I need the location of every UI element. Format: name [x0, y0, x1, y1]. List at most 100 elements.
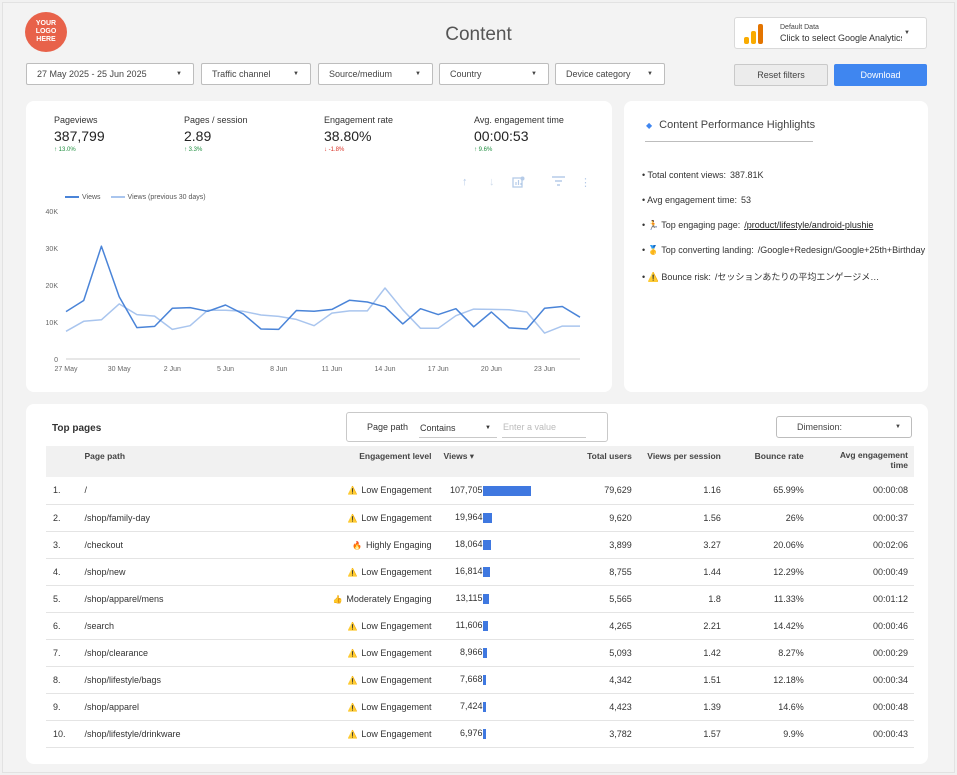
- engagement-emoji-icon: ⚠️: [347, 621, 358, 631]
- avg-engagement-time-cell: 00:00:48: [872, 701, 908, 712]
- engagement-level-cell: ⚠️ Low Engagement: [302, 666, 438, 693]
- highlight-label: • Total content views:: [642, 170, 727, 180]
- avg-engagement-time-cell: 00:00:08: [872, 485, 908, 496]
- views-value: 8,966: [459, 647, 483, 658]
- table-row[interactable]: 8. /shop/lifestyle/bags ⚠️ Low Engagement 7,…: [46, 666, 914, 693]
- top-pages-title: Top pages: [52, 423, 102, 434]
- engagement-emoji-icon: ⚠️: [347, 675, 358, 685]
- series-line-views[interactable]: [65, 245, 581, 331]
- caret-down-icon: ▼: [895, 424, 901, 430]
- y-tick-label: 30K: [46, 246, 59, 253]
- engagement-level-cell: ⚠️ Low Engagement: [302, 639, 438, 666]
- views-cell: 107,705: [437, 477, 548, 504]
- engagement-level-cell: ⚠️ Low Engagement: [302, 612, 438, 639]
- engagement-emoji-icon: ⚠️: [347, 567, 358, 577]
- total-users-cell: 8,755: [609, 566, 632, 577]
- table-row[interactable]: 3. /checkout 🔥 Highly Engaging 18,064 3,899 3.…: [46, 531, 914, 558]
- column-header-avg-engagement-time[interactable]: Avg engagement time: [812, 446, 914, 477]
- highlights-title: ◆ Content Performance Highlights: [646, 119, 815, 131]
- x-tick-label: 30 May: [108, 366, 131, 373]
- x-tick-label: 5 Jun: [217, 366, 234, 373]
- dimension-selector[interactable]: Dimension: ▼: [776, 416, 912, 438]
- x-tick-label: 11 Jun: [322, 366, 343, 373]
- views-value: 107,705: [449, 484, 483, 495]
- highlight-value: /Google+Redesign/Google+25th+Birthday: [757, 245, 926, 255]
- views-per-session-cell: 1.44: [703, 566, 721, 577]
- table-row[interactable]: 5. /shop/apparel/mens 👍 Moderately Engaging…: [46, 585, 914, 612]
- engagement-emoji-icon: ⚠️: [347, 486, 358, 496]
- dimension-label: Dimension:: [797, 422, 843, 432]
- views-cell: 13,115: [437, 585, 548, 612]
- page-path-cell: /shop/clearance: [84, 647, 148, 658]
- total-users-cell: 4,423: [609, 701, 632, 712]
- highlight-value: 387.81K: [730, 170, 764, 180]
- top-engaging-page-link[interactable]: /product/lifestyle/android-plushie: [744, 220, 873, 230]
- column-header-engagement-level[interactable]: Engagement level: [302, 446, 438, 477]
- views-value: 6,976: [459, 728, 483, 739]
- engagement-level-text: Highly Engaging: [365, 539, 432, 550]
- avg-engagement-time-cell: 00:00:29: [872, 647, 908, 658]
- table-row[interactable]: 10. /shop/lifestyle/drinkware ⚠️ Low Engage…: [46, 720, 914, 747]
- engagement-level-cell: ⚠️ Low Engagement: [302, 477, 438, 504]
- caret-down-icon: ▼: [485, 425, 491, 431]
- table-row[interactable]: 7. /shop/clearance ⚠️ Low Engagement 8,966 5,…: [46, 639, 914, 666]
- views-cell: 7,424: [437, 693, 548, 720]
- table-row[interactable]: 9. /shop/apparel ⚠️ Low Engagement 7,424 4,42…: [46, 693, 914, 720]
- views-cell: 16,814: [437, 558, 548, 585]
- highlight-label: • ⚠️ Bounce risk:: [642, 272, 711, 282]
- views-cell: 19,964: [437, 504, 548, 531]
- views-per-session-cell: 1.39: [703, 701, 721, 712]
- total-users-cell: 3,899: [609, 539, 632, 550]
- engagement-level-text: Low Engagement: [361, 674, 432, 685]
- page-path-cell: /shop/lifestyle/drinkware: [84, 728, 181, 739]
- row-index: 3.: [53, 539, 61, 550]
- views-per-session-cell: 1.16: [703, 485, 721, 496]
- y-tick-label: 20K: [46, 283, 59, 290]
- table-row[interactable]: 4. /shop/new ⚠️ Low Engagement 16,814 8,755 1.…: [46, 558, 914, 585]
- highlight-value: 53: [741, 195, 752, 205]
- views-cell: 8,966: [437, 639, 548, 666]
- bounce-rate-cell: 8.27%: [778, 647, 804, 658]
- total-users-cell: 3,782: [609, 728, 632, 739]
- views-bar: [483, 539, 492, 550]
- column-header-views-per-session[interactable]: Views per session: [640, 446, 731, 477]
- match-operator-value: Contains: [420, 423, 456, 433]
- column-header-total-users[interactable]: Total users: [549, 446, 640, 477]
- views-bar: [483, 701, 487, 712]
- views-bar: [483, 647, 488, 658]
- column-header-page-path[interactable]: Page path: [84, 446, 302, 477]
- highlight-top-engaging-page: • 🏃 Top engaging page:/product/lifestyle…: [642, 220, 873, 231]
- avg-engagement-time-cell: 00:00:34: [872, 674, 908, 685]
- page-path-input[interactable]: [502, 417, 586, 438]
- views-per-session-cell: 1.8: [708, 593, 721, 604]
- views-per-session-cell: 1.57: [703, 728, 721, 739]
- highlight-total-views: • Total content views: 387.81K: [642, 170, 764, 180]
- table-row[interactable]: 6. /search ⚠️ Low Engagement 11,606 4,265 2.21…: [46, 612, 914, 639]
- page-path-cell: /shop/new: [84, 566, 126, 577]
- highlight-bounce-risk: • ⚠️ Bounce risk:/セッションあたりの平均エンゲージメント: [642, 270, 882, 283]
- page-path-filter: Page path Contains ▼: [346, 412, 608, 442]
- engagement-level-text: Low Engagement: [361, 512, 432, 523]
- row-index: 9.: [53, 701, 61, 712]
- total-users-cell: 9,620: [609, 512, 632, 523]
- table-row[interactable]: 1. / ⚠️ Low Engagement 107,705 79,629 1.16 65.9…: [46, 477, 914, 504]
- column-header-bounce-rate[interactable]: Bounce rate: [731, 446, 812, 477]
- engagement-emoji-icon: ⚠️: [347, 648, 358, 658]
- avg-engagement-time-cell: 00:02:06: [872, 539, 908, 550]
- x-tick-label: 17 Jun: [428, 366, 449, 373]
- views-value: 19,964: [454, 512, 483, 523]
- avg-engagement-time-cell: 00:00:46: [872, 620, 908, 631]
- row-index: 8.: [53, 674, 61, 685]
- views-per-session-cell: 1.51: [703, 674, 721, 685]
- highlight-top-converting: • 🥇 Top converting landing:/Google+Redes…: [642, 245, 934, 256]
- divider: [645, 141, 813, 142]
- avg-engagement-time-cell: 00:00:49: [872, 566, 908, 577]
- y-tick-label: 10K: [46, 320, 59, 327]
- row-index: 6.: [53, 620, 61, 631]
- match-operator-select[interactable]: Contains ▼: [419, 417, 497, 438]
- table-row[interactable]: 2. /shop/family-day ⚠️ Low Engagement 19,964…: [46, 504, 914, 531]
- page-path-filter-label: Page path: [367, 422, 409, 432]
- row-index: 2.: [53, 512, 61, 523]
- y-tick-label: 40K: [46, 209, 59, 216]
- column-header-views[interactable]: Views ▾: [437, 446, 548, 477]
